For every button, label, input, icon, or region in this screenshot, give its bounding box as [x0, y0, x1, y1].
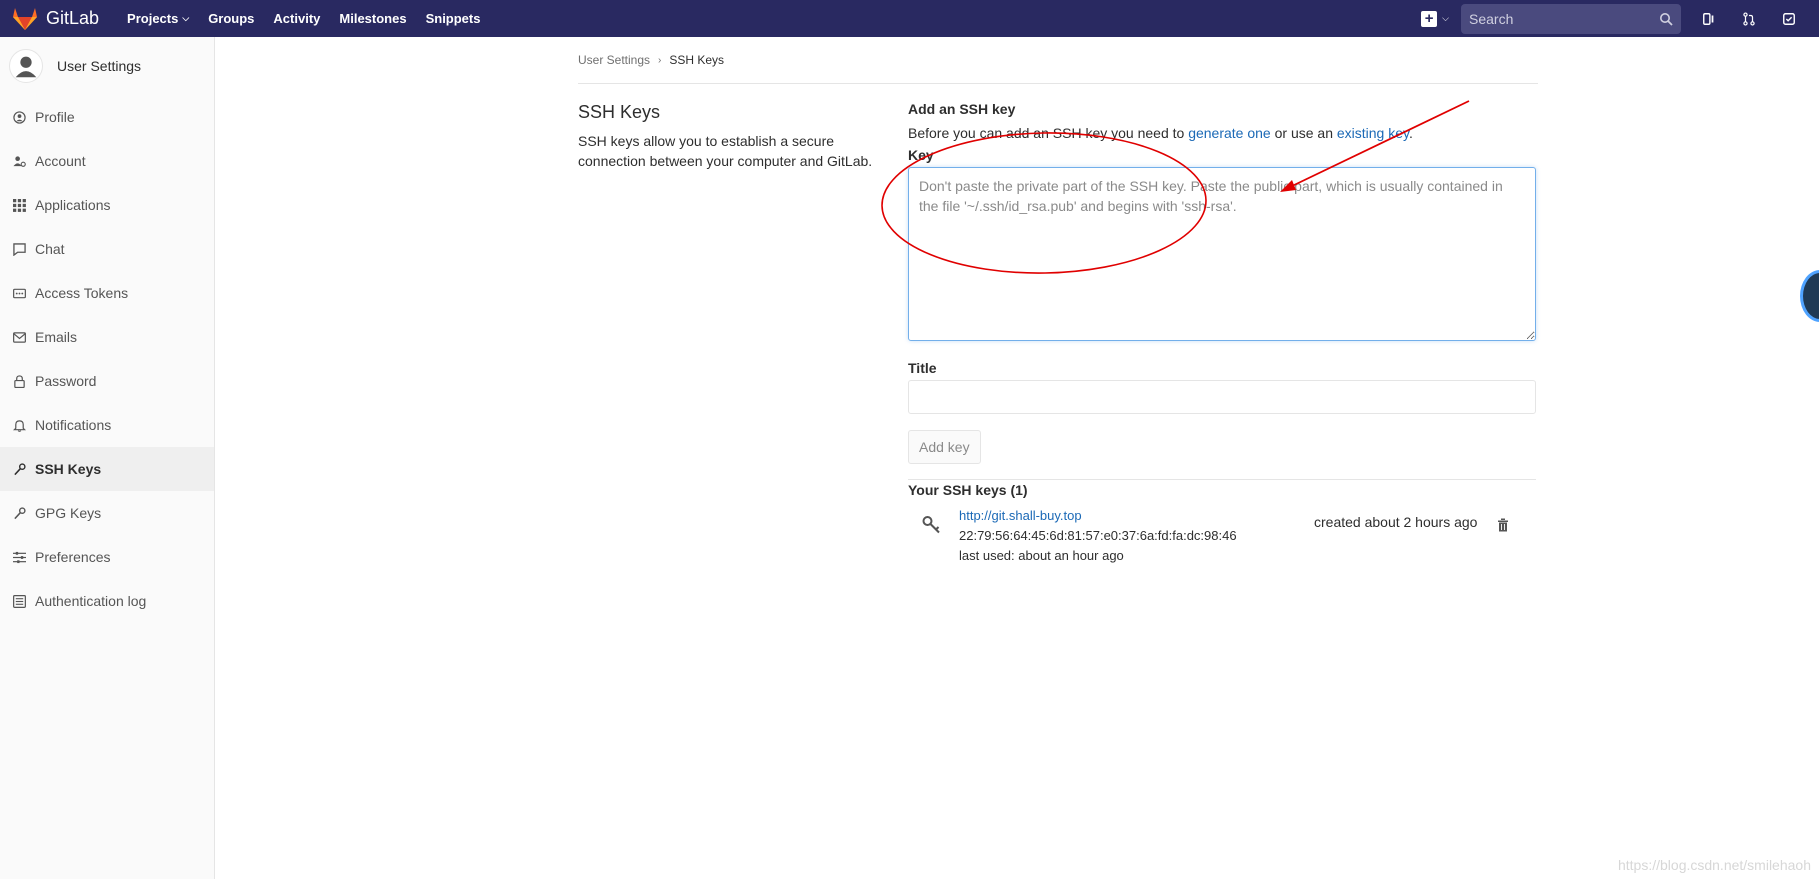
issues-icon[interactable] [1699, 9, 1719, 29]
sidebar-item-ssh-keys[interactable]: SSH Keys [0, 447, 214, 491]
section-title: SSH Keys [578, 102, 661, 122]
profile-icon [12, 110, 26, 124]
key-icon [12, 462, 26, 476]
gitlab-logo-icon [13, 7, 37, 30]
bell-icon [12, 418, 26, 432]
sidebar-item-password[interactable]: Password [0, 359, 214, 403]
nav-projects[interactable]: Projects ⌵ [127, 11, 189, 26]
settings-row: SSH Keys SSH keys allow you to establish… [578, 84, 1538, 566]
main-content: User Settings › SSH Keys SSH Keys SSH ke… [578, 37, 1538, 566]
nav-milestones[interactable]: Milestones [339, 11, 406, 26]
breadcrumb-parent[interactable]: User Settings [578, 53, 650, 67]
sidebar-item-label: Access Tokens [35, 285, 129, 301]
sidebar-item-chat[interactable]: Chat [0, 227, 214, 271]
sidebar-item-authentication-log[interactable]: Authentication log [0, 579, 214, 623]
add-key-button[interactable]: Add key [908, 430, 981, 464]
sidebar-item-profile[interactable]: Profile [0, 95, 214, 139]
intro-text: or use an [1270, 125, 1337, 141]
sidebar-item-preferences[interactable]: Preferences [0, 535, 214, 579]
sidebar-item-label: Emails [35, 329, 78, 345]
sidebar-item-notifications[interactable]: Notifications [0, 403, 214, 447]
ssh-key-info: http://git.shall-buy.top 22:79:56:64:45:… [959, 506, 1237, 566]
ssh-key-row: http://git.shall-buy.top 22:79:56:64:45:… [908, 506, 1536, 566]
avatar [9, 49, 43, 83]
new-dropdown-button[interactable]: + ⌵ [1421, 10, 1449, 27]
sidebar-item-label: Chat [35, 241, 65, 257]
sidebar-item-label: GPG Keys [35, 505, 102, 521]
access-tokens-icon [12, 286, 26, 300]
nav-links: Projects ⌵ Groups Activity Milestones Sni… [127, 11, 499, 26]
sidebar-item-label: Profile [35, 109, 75, 125]
nav-activity[interactable]: Activity [273, 11, 320, 26]
settings-sidebar: User Settings Profile Account Applicatio… [0, 37, 215, 879]
chevron-down-icon: ⌵ [182, 13, 190, 23]
sidebar-item-access-tokens[interactable]: Access Tokens [0, 271, 214, 315]
key-icon [922, 516, 940, 534]
section-info: SSH Keys SSH keys allow you to establish… [578, 99, 908, 566]
sidebar-item-label: Applications [35, 197, 111, 213]
lock-icon [12, 374, 26, 388]
nav-groups[interactable]: Groups [208, 11, 254, 26]
key-textarea[interactable] [908, 167, 1536, 341]
brand-name: GitLab [46, 8, 100, 28]
sidebar-title: User Settings [57, 58, 142, 74]
section-description: SSH keys allow you to establish a secure… [578, 133, 873, 169]
sidebar-item-label: Password [35, 373, 97, 389]
chat-icon [12, 242, 26, 256]
search-box [1461, 3, 1681, 34]
list-icon [12, 594, 26, 608]
chevron-right-icon: › [658, 54, 662, 66]
key-icon [12, 506, 26, 520]
nav-right: + ⌵ [1421, 0, 1819, 37]
divider [908, 479, 1536, 480]
intro-text: Before you can add an SSH key you need t… [908, 125, 1189, 141]
user-icon [15, 56, 37, 78]
sidebar-item-label: SSH Keys [35, 461, 102, 477]
ssh-key-form: Add an SSH key Before you can add an SSH… [908, 99, 1538, 566]
todos-icon[interactable] [1779, 9, 1799, 29]
sidebar-item-applications[interactable]: Applications [0, 183, 214, 227]
plus-icon: + [1421, 10, 1438, 27]
watermark: https://blog.csdn.net/smilehaoh [1617, 857, 1811, 873]
existing-key-link[interactable]: existing key [1337, 125, 1409, 141]
sidebar-item-label: Preferences [35, 549, 111, 565]
preferences-icon [12, 550, 26, 564]
emails-icon [12, 330, 26, 344]
sidebar-item-label: Account [35, 153, 86, 169]
brand[interactable]: GitLab [12, 0, 99, 37]
nav-snippets[interactable]: Snippets [426, 11, 481, 26]
sidebar-list: Profile Account Applications Chat Access… [0, 95, 214, 623]
ssh-keys-heading: Your SSH keys (1) [908, 482, 1028, 498]
ssh-key-fingerprint: 22:79:56:64:45:6d:81:57:e0:37:6a:fd:fa:d… [959, 528, 1237, 543]
form-intro: Before you can add an SSH key you need t… [908, 125, 1538, 141]
nav-projects-label: Projects [127, 11, 179, 26]
account-icon [12, 154, 26, 168]
form-heading: Add an SSH key [908, 101, 1016, 117]
ssh-key-last-used: last used: about an hour ago [959, 548, 1124, 563]
top-navbar: GitLab Projects ⌵ Groups Activity Milesto… [0, 0, 1819, 37]
sidebar-item-gpg-keys[interactable]: GPG Keys [0, 491, 214, 535]
search-icon [1660, 12, 1673, 26]
merge-requests-icon[interactable] [1739, 9, 1759, 29]
breadcrumb-current[interactable]: SSH Keys [669, 53, 724, 67]
search-input[interactable] [1469, 10, 1659, 27]
chevron-down-icon: ⌵ [1442, 13, 1449, 23]
sidebar-item-emails[interactable]: Emails [0, 315, 214, 359]
breadcrumb: User Settings › SSH Keys [578, 37, 1538, 84]
ssh-key-title-link[interactable]: http://git.shall-buy.top [959, 508, 1082, 523]
trash-icon[interactable] [1496, 518, 1510, 532]
sidebar-item-label: Notifications [35, 417, 112, 433]
floating-widget[interactable] [1800, 270, 1819, 322]
title-input[interactable] [908, 380, 1536, 414]
generate-one-link[interactable]: generate one [1188, 125, 1271, 141]
sidebar-item-account[interactable]: Account [0, 139, 214, 183]
sidebar-item-label: Authentication log [35, 593, 147, 609]
intro-text: . [1408, 125, 1413, 141]
title-label: Title [908, 360, 937, 376]
ssh-key-created: created about 2 hours ago [1314, 514, 1478, 530]
applications-icon [12, 198, 26, 212]
key-label: Key [908, 147, 934, 163]
sidebar-header[interactable]: User Settings [0, 37, 214, 95]
